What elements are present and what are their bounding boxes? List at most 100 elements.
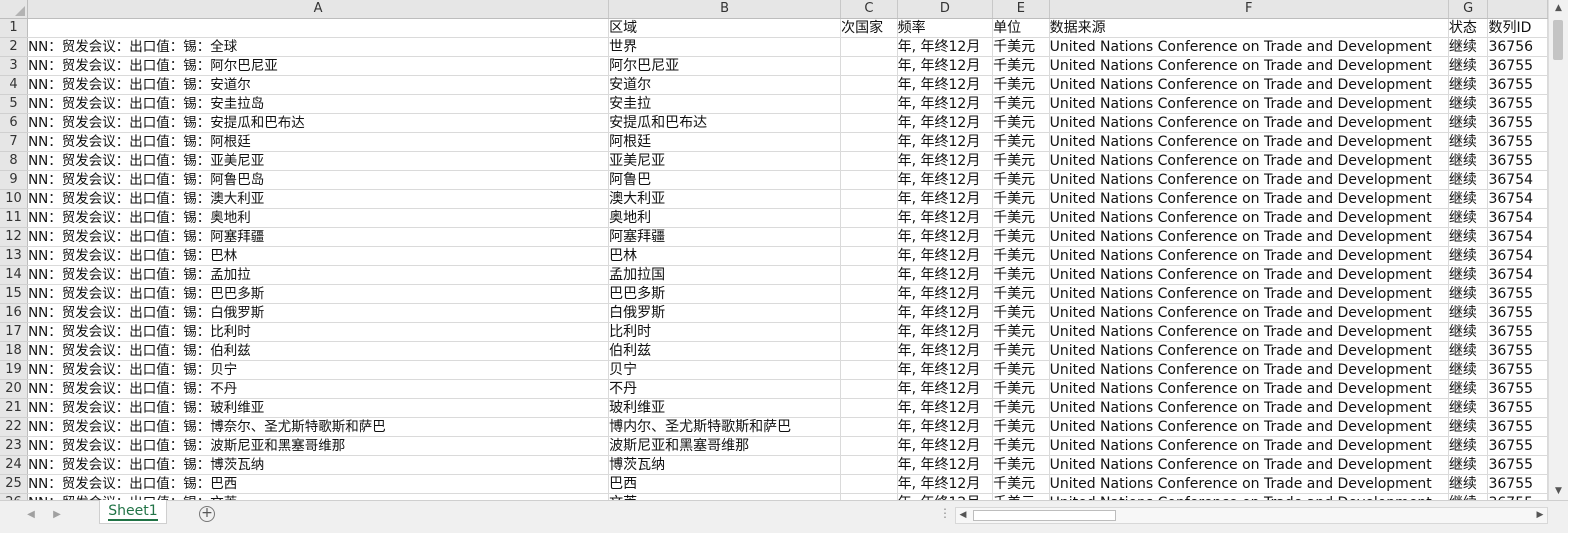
cell-h[interactable]: 36755 bbox=[1487, 322, 1548, 342]
row-header[interactable]: 7 bbox=[0, 132, 29, 152]
cell-a[interactable]: NN：贸发会议：出口值：锡：孟加拉 bbox=[27, 265, 610, 285]
cell-c[interactable] bbox=[840, 37, 898, 57]
cell-a[interactable]: NN：贸发会议：出口值：锡：玻利维亚 bbox=[27, 398, 610, 418]
cell-b[interactable]: 不丹 bbox=[608, 379, 842, 399]
row-header[interactable]: 14 bbox=[0, 265, 29, 285]
cell-d[interactable]: 年, 年终12月 bbox=[897, 303, 994, 323]
cell-d[interactable]: 年, 年终12月 bbox=[897, 341, 994, 361]
column-header-f[interactable]: F bbox=[1049, 0, 1449, 19]
cell-d[interactable]: 年, 年终12月 bbox=[897, 379, 994, 399]
row-header[interactable]: 11 bbox=[0, 208, 29, 228]
cell-a[interactable]: NN：贸发会议：出口值：锡：安提瓜和巴布达 bbox=[27, 113, 610, 133]
row-header[interactable]: 8 bbox=[0, 151, 29, 171]
cell-a[interactable]: NN：贸发会议：出口值：锡：亚美尼亚 bbox=[27, 151, 610, 171]
vertical-scroll-thumb[interactable] bbox=[1553, 20, 1563, 60]
cell-e[interactable]: 千美元 bbox=[992, 417, 1050, 437]
cell-e[interactable]: 千美元 bbox=[992, 75, 1050, 95]
cell[interactable]: 区域 bbox=[608, 18, 842, 38]
cell-h[interactable]: 36754 bbox=[1487, 265, 1548, 285]
cell-b[interactable]: 阿塞拜疆 bbox=[608, 227, 842, 247]
cell[interactable]: 频率 bbox=[897, 18, 994, 38]
row-header[interactable]: 23 bbox=[0, 436, 29, 456]
select-all-corner[interactable] bbox=[0, 0, 29, 19]
cell-g[interactable]: 继续 bbox=[1448, 265, 1489, 285]
cell-d[interactable]: 年, 年终12月 bbox=[897, 94, 994, 114]
cell-d[interactable]: 年, 年终12月 bbox=[897, 474, 994, 494]
cell-a[interactable]: NN：贸发会议：出口值：锡：阿根廷 bbox=[27, 132, 610, 152]
cell-c[interactable] bbox=[840, 246, 898, 266]
cell-h[interactable]: 36755 bbox=[1487, 284, 1548, 304]
cell-e[interactable]: 千美元 bbox=[992, 56, 1050, 76]
cell-g[interactable]: 继续 bbox=[1448, 246, 1489, 266]
cell-c[interactable] bbox=[840, 56, 898, 76]
cell-g[interactable]: 继续 bbox=[1448, 94, 1489, 114]
cell-c[interactable] bbox=[840, 322, 898, 342]
tab-sheet1[interactable]: Sheet1 bbox=[99, 500, 167, 524]
cell-a[interactable]: NN：贸发会议：出口值：锡：阿鲁巴岛 bbox=[27, 170, 610, 190]
cell-b[interactable]: 巴西 bbox=[608, 474, 842, 494]
cell-h[interactable]: 36755 bbox=[1487, 303, 1548, 323]
cell-a[interactable]: NN：贸发会议：出口值：锡：比利时 bbox=[27, 322, 610, 342]
cell-f[interactable]: United Nations Conference on Trade and D… bbox=[1049, 455, 1449, 475]
cell-f[interactable]: United Nations Conference on Trade and D… bbox=[1049, 379, 1449, 399]
cell-a[interactable]: NN：贸发会议：出口值：锡：贝宁 bbox=[27, 360, 610, 380]
row-header[interactable]: 22 bbox=[0, 417, 29, 437]
row-header[interactable]: 9 bbox=[0, 170, 29, 190]
cell-d[interactable]: 年, 年终12月 bbox=[897, 322, 994, 342]
chevron-left-icon[interactable]: ◀ bbox=[24, 507, 38, 523]
cell-g[interactable]: 继续 bbox=[1448, 455, 1489, 475]
cell-a[interactable]: NN：贸发会议：出口值：锡：博奈尔、圣尤斯特歌斯和萨巴 bbox=[27, 417, 610, 437]
cell-d[interactable]: 年, 年终12月 bbox=[897, 265, 994, 285]
cell-a[interactable]: NN：贸发会议：出口值：锡：全球 bbox=[27, 37, 610, 57]
cell-c[interactable] bbox=[840, 170, 898, 190]
cell-e[interactable]: 千美元 bbox=[992, 151, 1050, 171]
cell-e[interactable]: 千美元 bbox=[992, 37, 1050, 57]
cell-f[interactable]: United Nations Conference on Trade and D… bbox=[1049, 303, 1449, 323]
cell-d[interactable]: 年, 年终12月 bbox=[897, 113, 994, 133]
cell-h[interactable]: 36755 bbox=[1487, 417, 1548, 437]
cell-g[interactable]: 继续 bbox=[1448, 56, 1489, 76]
cell-b[interactable]: 波斯尼亚和黑塞哥维那 bbox=[608, 436, 842, 456]
cell-f[interactable]: United Nations Conference on Trade and D… bbox=[1049, 75, 1449, 95]
row-header[interactable]: 25 bbox=[0, 474, 29, 494]
column-header-d[interactable]: D bbox=[897, 0, 994, 19]
cell-g[interactable]: 继续 bbox=[1448, 75, 1489, 95]
cell-c[interactable] bbox=[840, 436, 898, 456]
cell-h[interactable]: 36755 bbox=[1487, 436, 1548, 456]
cell-g[interactable]: 继续 bbox=[1448, 341, 1489, 361]
cell-f[interactable]: United Nations Conference on Trade and D… bbox=[1049, 113, 1449, 133]
cell-c[interactable] bbox=[840, 417, 898, 437]
cell-f[interactable]: United Nations Conference on Trade and D… bbox=[1049, 227, 1449, 247]
cell-a[interactable]: NN：贸发会议：出口值：锡：阿塞拜疆 bbox=[27, 227, 610, 247]
cell-h[interactable]: 36755 bbox=[1487, 398, 1548, 418]
cell-d[interactable]: 年, 年终12月 bbox=[897, 56, 994, 76]
row-header[interactable]: 3 bbox=[0, 56, 29, 76]
cell-h[interactable]: 36754 bbox=[1487, 189, 1548, 209]
cell-h[interactable]: 36754 bbox=[1487, 227, 1548, 247]
cell-d[interactable]: 年, 年终12月 bbox=[897, 37, 994, 57]
cell-e[interactable]: 千美元 bbox=[992, 284, 1050, 304]
scroll-right-icon[interactable]: ▶ bbox=[1533, 508, 1547, 523]
row-header[interactable]: 17 bbox=[0, 322, 29, 342]
cell[interactable]: 数列ID bbox=[1487, 18, 1548, 38]
cell-e[interactable]: 千美元 bbox=[992, 265, 1050, 285]
row-header[interactable]: 6 bbox=[0, 113, 29, 133]
cell-d[interactable]: 年, 年终12月 bbox=[897, 208, 994, 228]
row-header[interactable]: 10 bbox=[0, 189, 29, 209]
cell-h[interactable]: 36755 bbox=[1487, 151, 1548, 171]
cell-d[interactable]: 年, 年终12月 bbox=[897, 398, 994, 418]
cell-d[interactable]: 年, 年终12月 bbox=[897, 227, 994, 247]
horizontal-scrollbar[interactable]: ◀ ▶ bbox=[955, 507, 1548, 524]
cell[interactable] bbox=[27, 18, 610, 38]
cell-a[interactable]: NN：贸发会议：出口值：锡：博茨瓦纳 bbox=[27, 455, 610, 475]
cell-d[interactable]: 年, 年终12月 bbox=[897, 284, 994, 304]
row-header[interactable]: 2 bbox=[0, 37, 29, 57]
cell-e[interactable]: 千美元 bbox=[992, 208, 1050, 228]
cell-c[interactable] bbox=[840, 398, 898, 418]
cell-h[interactable]: 36755 bbox=[1487, 113, 1548, 133]
cell-a[interactable]: NN：贸发会议：出口值：锡：白俄罗斯 bbox=[27, 303, 610, 323]
cell-f[interactable]: United Nations Conference on Trade and D… bbox=[1049, 417, 1449, 437]
spreadsheet-grid[interactable]: A B C D E F G 1 区域 次国家 频率 单位 数据来源 状态 数列I… bbox=[0, 0, 1548, 500]
cell-d[interactable]: 年, 年终12月 bbox=[897, 436, 994, 456]
cell-a[interactable]: NN：贸发会议：出口值：锡：伯利兹 bbox=[27, 341, 610, 361]
